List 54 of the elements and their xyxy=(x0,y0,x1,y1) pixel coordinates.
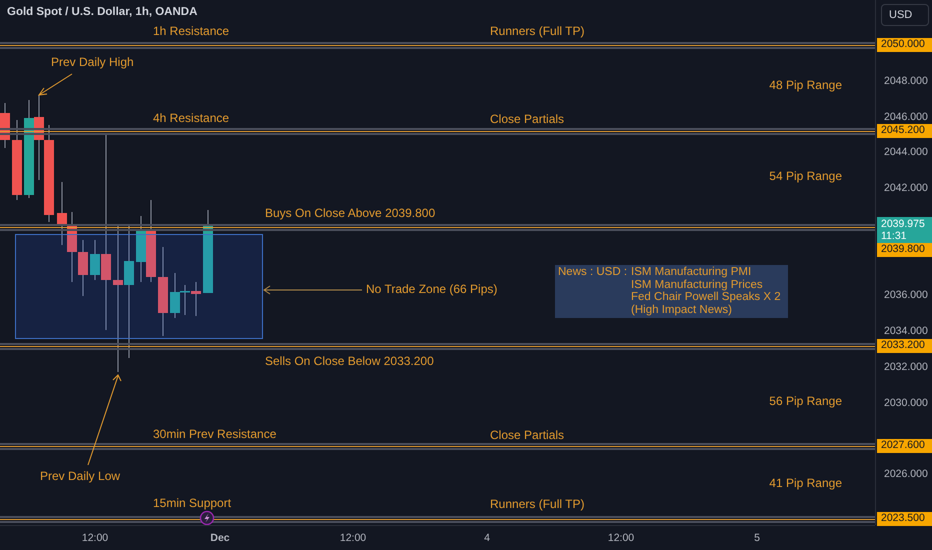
current-price-label: 2039.975 11:31 xyxy=(877,217,932,243)
news-prefix: News : USD : xyxy=(558,266,628,278)
pip-range-label: 48 Pip Range xyxy=(769,78,842,92)
news-item: (High Impact News) xyxy=(631,304,733,316)
level-label: Close Partials xyxy=(490,112,564,126)
price-label: 2027.600 xyxy=(877,439,932,453)
pip-range-label: 54 Pip Range xyxy=(769,169,842,183)
currency-button[interactable]: USD xyxy=(881,4,929,26)
price-tick: 2042.000 xyxy=(884,182,928,194)
annotation-label: Prev Daily Low xyxy=(40,469,120,483)
candlestick xyxy=(78,240,88,296)
pip-range-label: 41 Pip Range xyxy=(769,476,842,490)
level-label: Buys On Close Above 2039.800 xyxy=(265,206,436,220)
candlestick xyxy=(0,102,10,148)
price-tick: 2030.000 xyxy=(884,397,928,409)
time-label: 12:00 xyxy=(608,532,634,544)
price-label: 2033.200 xyxy=(877,339,932,353)
lightning-icon[interactable] xyxy=(200,510,214,525)
news-item: Fed Chair Powell Speaks X 2 xyxy=(631,291,782,304)
level-label: Runners (Full TP) xyxy=(490,24,584,38)
candlestick xyxy=(136,216,146,282)
news-item: ISM Manufacturing PMI xyxy=(631,266,752,278)
candlestick xyxy=(67,212,77,282)
candlestick xyxy=(191,282,201,316)
time-label: Dec xyxy=(210,532,230,544)
level-label: Close Partials xyxy=(490,428,564,442)
price-tick: 2036.000 xyxy=(884,289,928,301)
price-tick: 2032.000 xyxy=(884,361,928,373)
level-label: 15min Support xyxy=(153,496,232,510)
time-label: 12:00 xyxy=(82,532,108,544)
annotation-arrow xyxy=(38,74,72,96)
price-tick: 2048.000 xyxy=(884,75,928,87)
annotation-label: No Trade Zone (66 Pips) xyxy=(366,282,498,296)
price-label: 2039.800 xyxy=(877,243,932,257)
level-label: 4h Resistance xyxy=(153,111,230,125)
news-item: ISM Manufacturing Prices xyxy=(631,278,764,291)
annotation-label: Prev Daily High xyxy=(51,55,134,69)
pip-range-label: 56 Pip Range xyxy=(769,394,842,408)
price-label: 2023.500 xyxy=(877,512,932,526)
level-label: Runners (Full TP) xyxy=(490,497,584,511)
candlestick xyxy=(57,182,67,246)
price-tick: 2046.000 xyxy=(884,111,928,123)
time-label: 12:00 xyxy=(340,532,366,544)
time-label: 5 xyxy=(754,532,760,544)
price-tick: 2034.000 xyxy=(884,325,928,337)
level-label: Sells On Close Below 2033.200 xyxy=(265,354,434,368)
level-label: 1h Resistance xyxy=(153,24,230,38)
chart-title: Gold Spot / U.S. Dollar, 1h, OANDA xyxy=(7,6,198,18)
price-tick: 2026.000 xyxy=(884,468,928,480)
time-label: 4 xyxy=(484,532,490,544)
price-label: 2045.200 xyxy=(877,124,932,138)
price-label: 2050.000 xyxy=(877,38,932,52)
price-tick: 2044.000 xyxy=(884,146,928,158)
level-label: 30min Prev Resistance xyxy=(153,427,276,441)
